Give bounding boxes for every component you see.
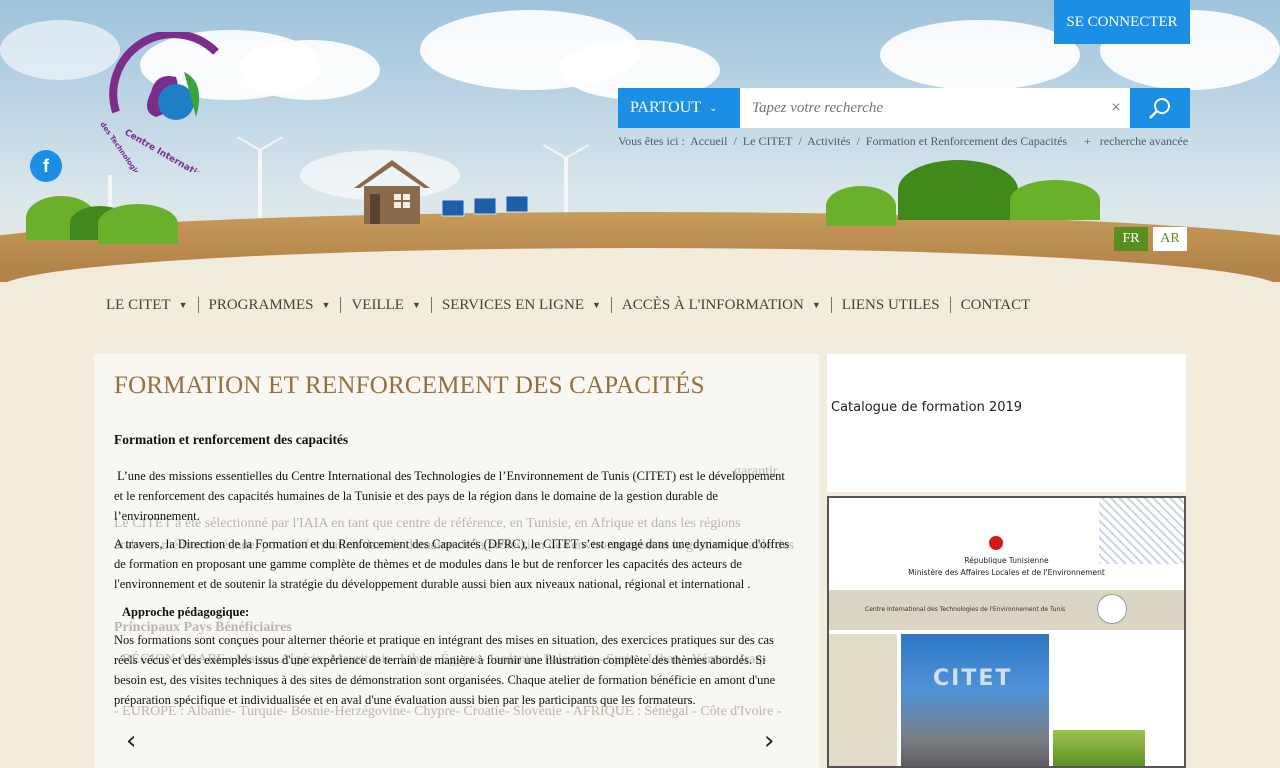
article-paragraph: A travers, la Direction de la Formation …	[114, 537, 790, 591]
catalogue-cover-image[interactable]: République Tunisienne Ministère des Affa…	[827, 496, 1186, 768]
nav-item-le-citet[interactable]: LE CITET ▼	[96, 297, 198, 314]
search-input[interactable]	[740, 88, 1102, 128]
nav-label: CONTACT	[960, 296, 1031, 313]
search-scope-dropdown[interactable]: PARTOUT ⌄	[618, 88, 740, 128]
catalogue-link[interactable]: Catalogue de formation 2019	[831, 400, 1022, 415]
search-bar: PARTOUT ⌄ ×	[618, 88, 1190, 128]
chevron-down-icon: ⌄	[709, 102, 718, 114]
cover-photo	[901, 634, 1049, 766]
citet-logo[interactable]: Centre International des Technologies de…	[96, 32, 246, 172]
tunisia-flag-icon	[989, 536, 1003, 550]
slider-prev-arrow[interactable]: ‹	[126, 726, 136, 756]
language-ar-button[interactable]: AR	[1153, 227, 1187, 251]
caret-down-icon: ▼	[411, 300, 421, 310]
breadcrumb-item: Formation et Renforcement des Capacités	[865, 134, 1068, 148]
breadcrumb-separator: /	[733, 134, 737, 148]
nav-label: LIENS UTILES	[841, 296, 940, 313]
breadcrumb-item[interactable]: Activités	[807, 134, 850, 148]
nav-item-veille[interactable]: VEILLE ▼	[341, 297, 430, 314]
breadcrumb-item[interactable]: Accueil	[690, 134, 727, 148]
breadcrumb: Vous êtes ici : Accueil / Le CITET / Act…	[618, 134, 1070, 149]
cover-pattern	[1099, 498, 1184, 564]
bush	[826, 186, 896, 226]
article-paragraph: L’une des missions essentielles du Centr…	[114, 469, 788, 523]
cover-photo-text: CITET	[933, 666, 1013, 691]
nav-label: VEILLE	[351, 296, 404, 313]
bush	[898, 160, 1018, 220]
advanced-search-link[interactable]: + recherche avancée	[1084, 134, 1188, 149]
cover-photo-turbines	[1053, 730, 1145, 766]
caret-down-icon: ▼	[811, 300, 821, 310]
search-scope-label: PARTOUT	[630, 99, 702, 116]
caret-down-icon: ▼	[178, 300, 188, 310]
cover-panel	[829, 634, 897, 766]
nav-label: ACCÈS À L'INFORMATION	[621, 296, 804, 313]
nav-item-services-en-ligne[interactable]: SERVICES EN LIGNE ▼	[432, 297, 611, 314]
nav-label: SERVICES EN LIGNE	[441, 296, 584, 313]
sidebar-catalogue: Catalogue de formation 2019	[827, 354, 1186, 492]
language-fr-button[interactable]: FR	[1114, 227, 1148, 251]
connect-button[interactable]: SE CONNECTER	[1054, 0, 1190, 44]
search-icon	[1149, 98, 1170, 119]
nav-item-liens-utiles[interactable]: LIENS UTILES	[832, 297, 950, 314]
cover-text: Ministère des Affaires Locales et de l'E…	[908, 568, 1105, 577]
breadcrumb-item[interactable]: Le CITET	[743, 134, 793, 148]
breadcrumb-separator: /	[798, 134, 802, 148]
breadcrumb-prefix: Vous êtes ici :	[618, 134, 685, 148]
article-body: Formation et renforcement des capacités …	[114, 430, 794, 718]
turbine-blade	[259, 150, 261, 176]
nav-label: PROGRAMMES	[208, 296, 314, 313]
breadcrumb-separator: /	[856, 134, 860, 148]
citet-logo-icon	[1097, 594, 1127, 624]
page-title: FORMATION ET RENFORCEMENT DES CAPACITÉS	[114, 372, 705, 399]
main-content: FORMATION ET RENFORCEMENT DES CAPACITÉS …	[94, 354, 819, 768]
cover-text: République Tunisienne	[964, 556, 1049, 565]
caret-down-icon: ▼	[321, 300, 331, 310]
wind-turbine	[564, 158, 568, 218]
nav-label: LE CITET	[106, 296, 171, 313]
cloud	[880, 20, 1080, 90]
turbine-blade	[565, 144, 590, 159]
bush	[1010, 180, 1100, 220]
caret-down-icon: ▼	[592, 300, 601, 310]
section-heading: Approche pédagogique:	[122, 605, 250, 619]
article-paragraph: Nos formations sont conçues pour alterne…	[114, 633, 776, 707]
facebook-icon[interactable]: f	[30, 150, 62, 182]
nav-item-acces-information[interactable]: ACCÈS À L'INFORMATION ▼	[612, 297, 831, 314]
nav-item-programmes[interactable]: PROGRAMMES ▼	[199, 297, 341, 314]
turbine-blade	[259, 136, 284, 151]
article-subtitle: Formation et renforcement des capacités	[114, 432, 349, 447]
house-icon	[354, 160, 430, 224]
cover-text: Centre International des Technologies de…	[865, 606, 1066, 613]
main-nav: LE CITET ▼ PROGRAMMES ▼ VEILLE ▼ SERVICES E…	[96, 294, 1040, 316]
bush	[98, 204, 178, 244]
slider-next-arrow[interactable]: ›	[764, 726, 774, 756]
solar-panels-icon	[441, 196, 529, 217]
search-button[interactable]	[1130, 88, 1190, 128]
nav-item-contact[interactable]: CONTACT	[951, 297, 1041, 314]
cloud	[240, 40, 380, 100]
turbine-blade	[542, 144, 567, 159]
clear-search-icon[interactable]: ×	[1102, 88, 1130, 128]
